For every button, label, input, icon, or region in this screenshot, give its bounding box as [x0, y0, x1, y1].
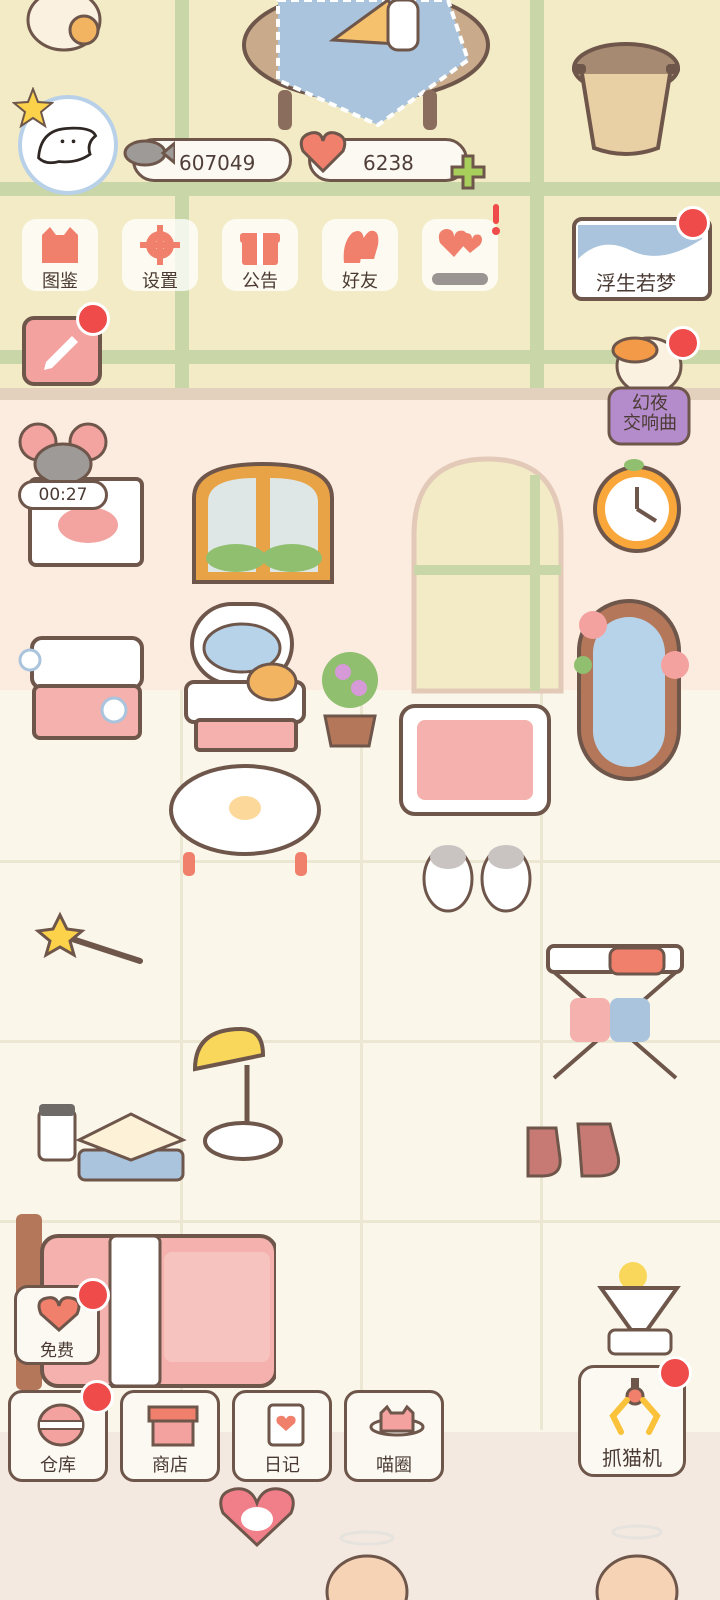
notification-dot: [658, 1356, 692, 1390]
cat-corner[interactable]: [22, 0, 107, 55]
claw-icon: [609, 1378, 661, 1435]
wall-beam: [175, 0, 189, 390]
menu-friends-label: 好友: [342, 271, 378, 292]
nav-diary-button[interactable]: 日记: [232, 1390, 332, 1482]
nav-shop-button[interactable]: 商店: [120, 1390, 220, 1482]
add-hearts-button[interactable]: [448, 152, 488, 192]
bunny-slippers[interactable]: [420, 835, 535, 915]
storage-icon: [37, 1403, 85, 1447]
heart-count: 6238: [363, 151, 414, 175]
nav-diary-label: 日记: [264, 1455, 300, 1476]
heart-icon: [299, 131, 347, 174]
gear-icon: [140, 225, 180, 265]
star-wand[interactable]: [12, 905, 147, 970]
shop-icon: [147, 1405, 199, 1447]
progress-bar: [432, 273, 488, 285]
standing-mirror[interactable]: [565, 595, 695, 785]
hearts-icon: [438, 229, 482, 257]
heart-currency[interactable]: 6238: [299, 131, 468, 182]
gift-icon: [240, 233, 280, 265]
arched-doorway[interactable]: [410, 455, 565, 695]
notification-dot: [676, 206, 710, 240]
cat-peek[interactable]: [592, 1522, 682, 1600]
mouse-npc[interactable]: [18, 420, 108, 485]
fish-count: 607049: [179, 151, 256, 175]
menu-catalog-label: 图鉴: [42, 271, 78, 292]
event-dream-label: 浮生若梦: [596, 271, 676, 295]
notification-dot: [76, 1278, 110, 1312]
socks[interactable]: [518, 1120, 628, 1182]
desk-lamp[interactable]: [185, 1025, 285, 1165]
wall-beam: [530, 0, 544, 390]
pink-rug[interactable]: [395, 700, 555, 820]
cat-peek[interactable]: [322, 1530, 412, 1600]
ghost-cat-icon: [37, 126, 98, 165]
vanity-mirror[interactable]: [180, 598, 310, 763]
bunny-heart[interactable]: [215, 1485, 300, 1550]
nav-cat-circle-button[interactable]: 喵圈: [344, 1390, 444, 1482]
cat-head-icon: [42, 227, 78, 263]
flower-stool[interactable]: [165, 760, 325, 880]
free-reward-label: 免费: [40, 1341, 74, 1361]
fish-currency[interactable]: 607049: [123, 138, 292, 182]
friends-icon: [343, 230, 379, 263]
table-with-sandwich[interactable]: [238, 0, 498, 135]
claw-machine-label: 抓猫机: [602, 1446, 662, 1470]
books-and-coffee[interactable]: [35, 1100, 190, 1195]
menu-announcement-button[interactable]: 公告: [218, 215, 302, 295]
alert-exclamation-icon: [492, 204, 500, 235]
menu-settings-button[interactable]: 设置: [118, 215, 202, 295]
heart-icon: [37, 1296, 81, 1332]
wash-basin[interactable]: [18, 620, 148, 745]
menu-announcement-label: 公告: [242, 271, 278, 292]
player-avatar[interactable]: [12, 87, 118, 195]
event-night-label-line1: 幻夜: [632, 393, 668, 414]
fish-icon: [123, 139, 175, 167]
countdown-timer: 00:27: [18, 480, 108, 510]
potted-plant[interactable]: [315, 630, 385, 750]
wooden-bucket[interactable]: [566, 38, 686, 163]
notification-dot: [76, 302, 110, 336]
diary-icon: [267, 1403, 305, 1447]
coffee-dripper[interactable]: [595, 1260, 685, 1360]
nav-shop-label: 商店: [152, 1455, 188, 1476]
nav-cat-circle-label: 喵圈: [376, 1455, 412, 1476]
event-night-label-line2: 交响曲: [623, 413, 677, 434]
notification-dot: [666, 326, 700, 360]
orange-clock[interactable]: [590, 455, 685, 555]
menu-catalog-button[interactable]: 图鉴: [18, 215, 102, 295]
window[interactable]: [188, 458, 338, 586]
nav-storage-label: 仓库: [40, 1455, 76, 1476]
menu-friends-button[interactable]: 好友: [318, 215, 402, 295]
clothes-rack[interactable]: [540, 938, 690, 1088]
cat-planet-icon: [369, 1404, 425, 1437]
menu-settings-label: 设置: [142, 271, 178, 292]
notification-dot: [80, 1380, 114, 1414]
floor-line: [360, 690, 363, 1430]
